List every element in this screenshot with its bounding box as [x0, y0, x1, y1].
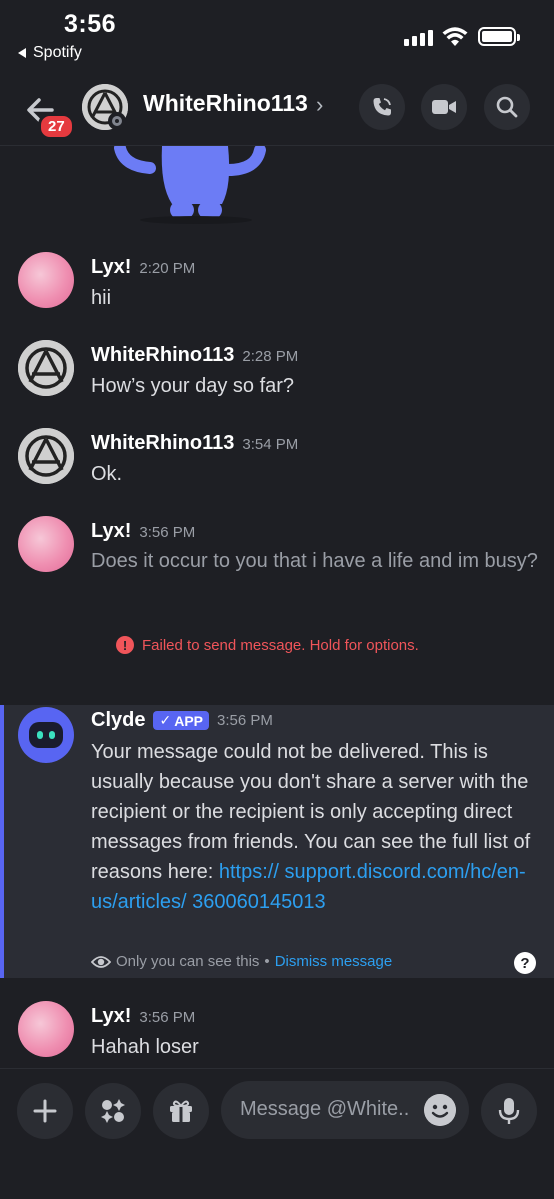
offline-status-icon	[108, 112, 126, 130]
message-time: 2:28 PM	[242, 348, 299, 365]
voice-message-button[interactable]	[481, 1083, 537, 1139]
message-time: 3:56 PM	[139, 524, 196, 541]
message-time: 3:54 PM	[242, 436, 299, 453]
clyde-ephemeral-message[interactable]: Clyde ✓ APP 3:56 PM Your message could n…	[0, 705, 554, 978]
sparkle-apps-icon	[101, 1099, 125, 1123]
author-line: Lyx! 3:56 PM	[91, 1005, 195, 1028]
message-item[interactable]: WhiteRhino113 2:28 PM How’s your day so f…	[0, 340, 554, 400]
emoji-icon[interactable]	[424, 1094, 456, 1126]
video-call-button[interactable]	[421, 84, 467, 130]
author-name[interactable]: Lyx!	[91, 520, 131, 542]
author-avatar[interactable]	[18, 428, 74, 484]
robot-face-icon	[29, 722, 63, 748]
author-avatar[interactable]	[18, 1001, 74, 1057]
wifi-icon	[442, 27, 468, 46]
message-text: Hahah loser	[91, 1036, 199, 1058]
author-avatar[interactable]	[18, 252, 74, 308]
wumpus-sticker[interactable]	[110, 146, 270, 224]
author-name[interactable]: Lyx!	[91, 256, 131, 278]
message-item[interactable]: Lyx! 3:56 PM Hahah loser	[0, 1001, 554, 1061]
author-name[interactable]: WhiteRhino113	[91, 432, 234, 454]
chevron-right-icon[interactable]: ›	[316, 92, 323, 118]
dismiss-message-link[interactable]: Dismiss message	[275, 953, 393, 970]
status-time: 3:56	[64, 10, 117, 38]
author-avatar[interactable]	[18, 516, 74, 572]
message-text: Ok.	[91, 463, 123, 485]
message-text: hii	[91, 287, 112, 309]
author-name[interactable]: Clyde	[91, 709, 145, 732]
status-bar: 3:56 Spotify	[0, 0, 554, 70]
ephemeral-footer: Only you can see this • Dismiss message	[91, 953, 392, 970]
author-line: WhiteRhino113 3:54 PM	[91, 432, 298, 455]
app-tag: ✓ APP	[153, 711, 209, 730]
author-name[interactable]: WhiteRhino113	[91, 344, 234, 366]
separator-dot: •	[264, 953, 270, 970]
help-icon[interactable]: ?	[514, 952, 536, 974]
add-attachment-button[interactable]	[17, 1083, 73, 1139]
rhino-logo-icon	[18, 428, 74, 484]
author-line: WhiteRhino113 2:28 PM	[91, 344, 298, 367]
visibility-note: Only you can see this	[116, 953, 260, 970]
error-icon: !	[116, 636, 134, 654]
apps-button[interactable]	[85, 1083, 141, 1139]
search-icon	[496, 96, 518, 118]
message-item[interactable]: WhiteRhino113 3:54 PM Ok.	[0, 428, 554, 488]
author-line: Lyx! 3:56 PM	[91, 520, 195, 543]
message-input-placeholder: Message @White..	[240, 1098, 410, 1120]
contact-name[interactable]: WhiteRhino113	[143, 90, 308, 117]
back-triangle-icon	[18, 48, 26, 58]
message-item[interactable]: Lyx! 2:20 PM hii	[0, 252, 554, 312]
author-avatar[interactable]	[18, 340, 74, 396]
failed-send-text: Failed to send message. Hold for options…	[142, 636, 419, 654]
video-camera-icon	[432, 100, 456, 114]
gift-button[interactable]	[153, 1083, 209, 1139]
eye-icon	[91, 955, 111, 968]
message-text: Does it occur to you that i have a life …	[91, 550, 538, 572]
rhino-logo-icon	[18, 340, 74, 396]
voice-call-button[interactable]	[359, 84, 405, 130]
failed-send-notice[interactable]: ! Failed to send message. Hold for optio…	[116, 636, 419, 654]
message-time: 2:20 PM	[139, 260, 196, 277]
gift-icon	[170, 1100, 192, 1122]
author-line: Lyx! 2:20 PM	[91, 256, 195, 279]
message-input[interactable]: Message @White..	[221, 1081, 469, 1139]
unread-badge: 27	[38, 113, 75, 140]
chat-header: 27 WhiteRhino113 ›	[0, 72, 554, 146]
back-to-app-link[interactable]: Spotify	[18, 44, 82, 62]
back-app-label: Spotify	[33, 44, 82, 61]
app-tag-label: APP	[174, 712, 203, 729]
clyde-avatar[interactable]	[18, 707, 74, 763]
microphone-icon	[498, 1098, 520, 1124]
message-time: 3:56 PM	[217, 712, 273, 729]
clyde-message-body: Your message could not be delivered. Thi…	[91, 737, 543, 917]
message-composer: Message @White..	[0, 1068, 554, 1199]
check-icon: ✓	[159, 712, 172, 728]
author-line: Clyde ✓ APP 3:56 PM	[91, 709, 273, 732]
cellular-signal-icon	[404, 30, 433, 46]
search-button[interactable]	[484, 84, 530, 130]
message-item-failed[interactable]: Lyx! 3:56 PM Does it occur to you that i …	[0, 516, 554, 612]
message-text: How’s your day so far?	[91, 375, 295, 397]
phone-icon	[373, 98, 391, 116]
battery-icon	[478, 27, 520, 46]
plus-icon	[33, 1099, 57, 1123]
author-name[interactable]: Lyx!	[91, 1005, 131, 1027]
message-time: 3:56 PM	[139, 1009, 196, 1026]
